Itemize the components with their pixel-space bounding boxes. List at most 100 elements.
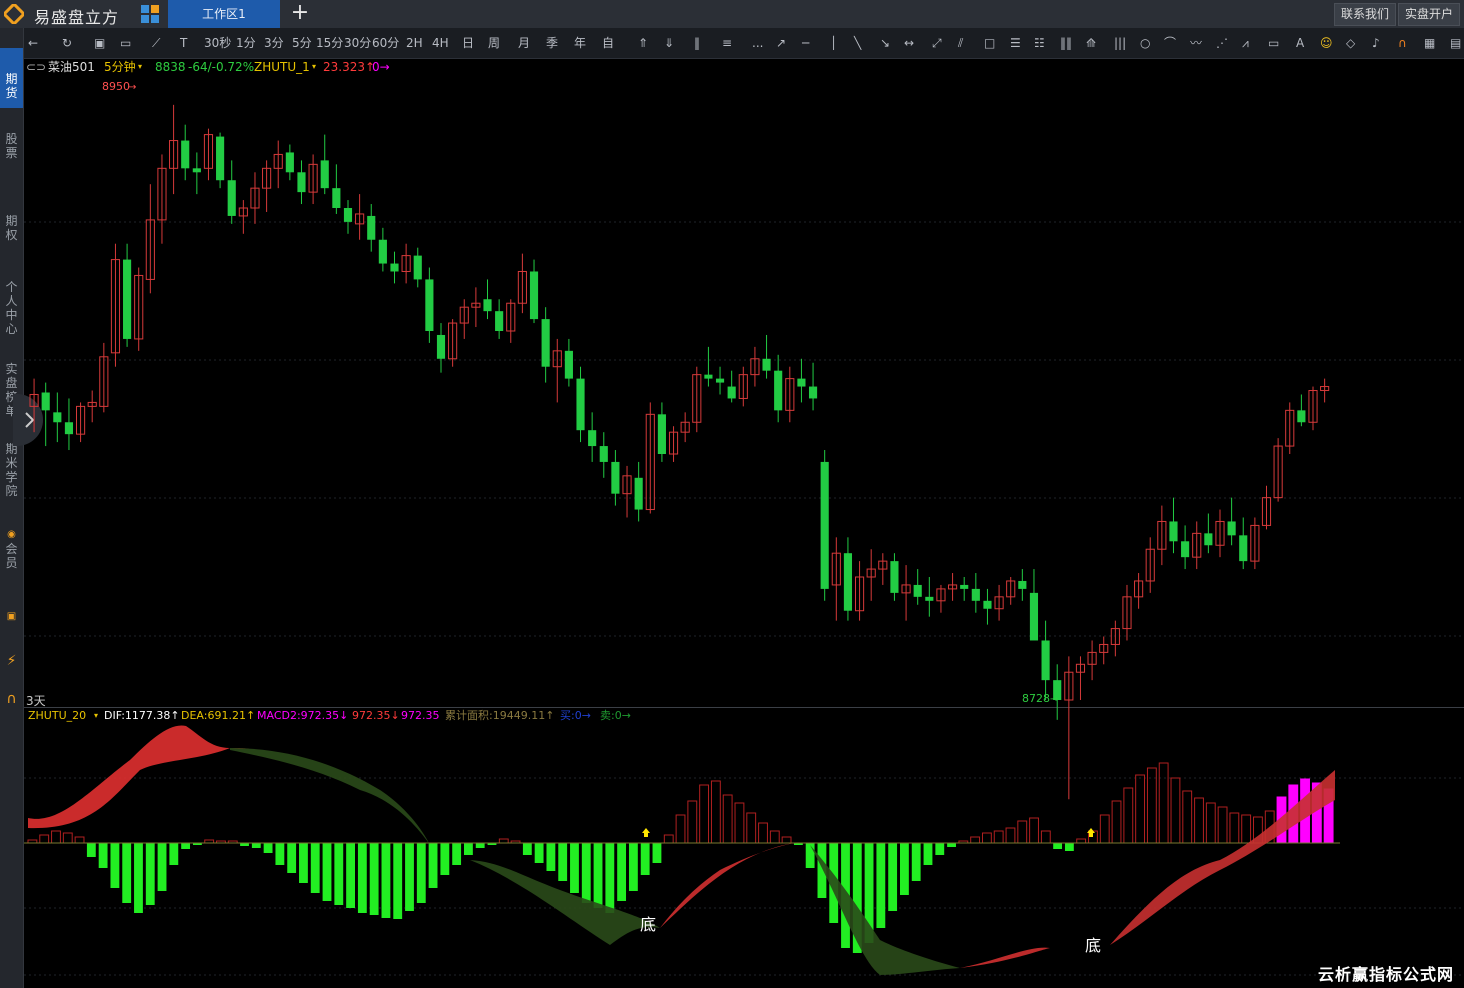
candle-body <box>913 584 922 597</box>
macd-bar <box>947 843 956 847</box>
candle <box>808 362 818 411</box>
candle <box>1087 640 1097 681</box>
candle-body <box>611 461 620 494</box>
macd-bar <box>970 836 981 844</box>
macd-bar <box>251 843 261 848</box>
candle <box>76 402 86 443</box>
candle <box>192 152 201 195</box>
candle-body <box>285 152 294 173</box>
macd-bar <box>334 843 344 905</box>
macd-bar <box>746 812 757 844</box>
macd-bar <box>263 843 273 853</box>
candle <box>715 366 725 395</box>
macd-bar <box>581 843 591 903</box>
macd-bar <box>1017 820 1028 844</box>
candle <box>564 338 573 387</box>
candle <box>1308 386 1318 431</box>
candle-body <box>378 239 387 264</box>
candle <box>110 243 121 367</box>
macd-bar <box>86 843 96 857</box>
candle-body <box>1169 521 1178 542</box>
candle <box>1273 438 1283 502</box>
candle <box>238 200 248 234</box>
macd-bar <box>39 834 50 844</box>
candle <box>169 104 179 195</box>
candle <box>41 382 50 447</box>
candle <box>29 378 39 433</box>
macd-bar <box>522 843 532 855</box>
candle <box>983 588 992 625</box>
watermark: 云析赢指标公式网 <box>1317 965 1454 984</box>
candle <box>785 366 795 423</box>
candle-body <box>343 208 353 222</box>
candle <box>576 366 585 443</box>
candle-body <box>332 188 341 208</box>
candle-body <box>529 271 539 320</box>
candle <box>459 299 469 339</box>
candle-body <box>576 378 585 431</box>
candle <box>53 392 62 443</box>
candle <box>390 251 399 284</box>
macd-bar <box>498 838 509 844</box>
macd-bar <box>981 832 992 844</box>
candle <box>1018 569 1027 601</box>
macd-bar <box>935 843 945 855</box>
candle <box>1261 485 1272 530</box>
macd-bar <box>299 843 308 883</box>
candle <box>762 334 771 379</box>
candle-body <box>762 358 771 371</box>
candle <box>216 132 225 189</box>
macd-bar <box>145 843 155 905</box>
candles <box>29 104 1330 800</box>
kline-chart[interactable]: 8950 → 8728 → 底 底 <box>0 0 1464 988</box>
candle-body <box>704 374 713 379</box>
candle-body <box>715 378 725 383</box>
candle-body <box>657 414 666 454</box>
candle <box>471 287 481 328</box>
candle <box>273 140 283 189</box>
candle-body <box>53 412 62 423</box>
candle <box>960 577 969 601</box>
bottom-signal-label: 底 <box>640 915 656 934</box>
candle-body <box>1239 535 1248 562</box>
candle <box>541 307 550 383</box>
candle <box>704 346 713 387</box>
candle <box>203 128 214 181</box>
candle <box>1192 521 1202 570</box>
candle <box>738 366 748 407</box>
candle <box>529 259 539 324</box>
macd-bar <box>1005 827 1016 844</box>
bottom-signal-label: 底 <box>1085 936 1101 955</box>
candle <box>343 200 353 234</box>
candle-body <box>1297 410 1306 423</box>
candle <box>64 398 74 451</box>
macd-bar <box>310 843 320 893</box>
candle-body <box>960 584 969 589</box>
macd-bar <box>769 830 780 844</box>
macd-bar <box>888 843 898 911</box>
candle <box>99 342 109 413</box>
macd-bar <box>1123 787 1134 844</box>
grid-lines <box>24 221 1464 976</box>
candle-body <box>367 215 376 240</box>
candle <box>1227 497 1236 546</box>
low-price-label: 8728 <box>1022 692 1050 705</box>
candle-body <box>41 392 50 411</box>
macd-bar <box>416 843 426 903</box>
macd-bar <box>369 843 379 915</box>
candle-body <box>413 255 422 280</box>
macd-bar <box>687 800 698 844</box>
macd-bar <box>593 843 603 908</box>
macd-bar <box>475 843 485 848</box>
candle-body <box>843 553 853 611</box>
candle <box>123 243 132 347</box>
candle-body <box>483 299 492 312</box>
macd-bar <box>157 843 167 891</box>
candle-body <box>599 446 608 462</box>
candle-body <box>634 477 643 510</box>
candle <box>971 573 980 613</box>
macd-bar <box>1111 800 1122 844</box>
macd-bar <box>1205 802 1216 844</box>
candle-body <box>971 588 980 601</box>
candle-body <box>808 386 818 399</box>
